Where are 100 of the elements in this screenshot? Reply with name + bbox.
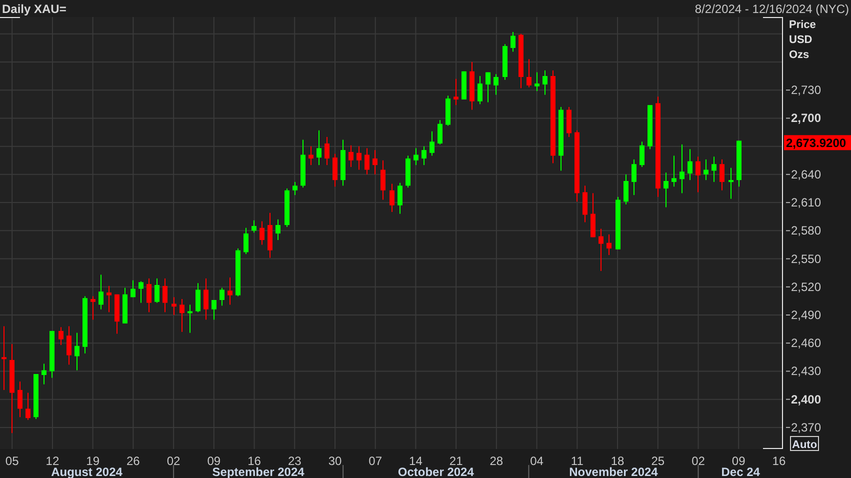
rising-candle (462, 71, 466, 100)
rising-candle (196, 283, 200, 312)
falling-candle (598, 228, 604, 271)
y-axis-label: 2,430 (791, 364, 822, 378)
falling-candle (146, 278, 152, 312)
y-axis-label: 2,400 (791, 392, 822, 406)
falling-candle (114, 294, 120, 334)
falling-candle (566, 106, 572, 137)
rising-candle (494, 74, 498, 95)
rising-candle (438, 120, 442, 144)
auto-button[interactable]: Auto (790, 436, 819, 451)
falling-candle (380, 160, 386, 200)
x-axis-label: 19 (86, 454, 100, 468)
x-axis-label: 12 (46, 454, 60, 468)
falling-candle (372, 150, 378, 174)
rising-candle (688, 149, 692, 180)
falling-candle (106, 286, 112, 312)
x-axis-label: 21 (449, 454, 463, 468)
x-axis-label: 18 (610, 454, 624, 468)
rising-candle (680, 144, 684, 194)
x-axis-label: 14 (409, 454, 422, 468)
rising-candle (34, 374, 38, 420)
falling-candle (58, 327, 64, 345)
x-axis-label: 16 (772, 454, 786, 468)
axis-unit-label: Ozs (789, 49, 810, 61)
falling-candle (90, 296, 96, 320)
x-axis-label: 02 (692, 454, 705, 468)
rising-candle (212, 300, 216, 320)
x-axis-label: 07 (368, 454, 382, 468)
axis-unit-label: Price (789, 19, 816, 31)
y-axis-label: 2,460 (791, 336, 822, 350)
falling-candle (26, 392, 30, 420)
falling-candle (574, 130, 580, 202)
falling-candle (162, 278, 168, 312)
month-label: Dec 24 (721, 465, 760, 478)
rising-candle (244, 228, 248, 254)
x-axis-label: 25 (651, 454, 665, 468)
rising-candle (534, 72, 540, 92)
rising-candle (236, 248, 240, 296)
y-axis-label: 2,610 (791, 196, 822, 210)
rising-candle (616, 196, 620, 250)
rising-candle (74, 332, 80, 370)
falling-candle (526, 59, 532, 88)
date-range: 8/2/2024 - 12/16/2024 (NYC) (694, 2, 849, 16)
rising-candle (664, 172, 668, 208)
rising-candle (640, 142, 644, 167)
rising-candle (624, 174, 628, 204)
falling-candle (518, 34, 524, 88)
rising-candle (430, 131, 434, 156)
rising-candle (50, 330, 54, 378)
rising-candle (558, 106, 564, 171)
y-axis-label: 2,520 (791, 280, 822, 294)
x-axis-label: 30 (328, 454, 342, 468)
falling-candle (470, 62, 474, 110)
y-axis-label: 2,640 (791, 167, 822, 182)
rising-candle (414, 148, 418, 166)
x-axis-label: 28 (490, 454, 504, 468)
falling-candle (356, 146, 362, 170)
falling-candle (308, 146, 314, 166)
x-axis-label: 26 (126, 454, 140, 468)
axis-unit-label: USD (789, 34, 812, 46)
y-axis-label: 2,580 (791, 224, 822, 238)
rising-candle (300, 140, 306, 188)
y-axis-label: 2,700 (791, 111, 822, 126)
last-price-tag: 2,673.9200 (784, 135, 851, 150)
y-axis-label: 2,550 (791, 252, 822, 266)
rising-candle (648, 105, 652, 150)
rising-candle (398, 182, 402, 214)
rising-candle (220, 288, 224, 306)
rising-candle (510, 32, 516, 52)
y-axis-label: 2,370 (791, 420, 822, 434)
x-axis-label: 11 (570, 454, 584, 468)
rising-candle (736, 140, 742, 187)
rising-candle (122, 288, 128, 324)
y-axis-label: 2,490 (791, 308, 822, 322)
falling-candle (268, 212, 272, 258)
rising-candle (446, 96, 450, 126)
x-axis-label: 16 (248, 454, 261, 468)
rising-candle (422, 146, 426, 166)
rising-candle (154, 278, 160, 303)
rising-candle (138, 281, 144, 303)
falling-candle (348, 145, 354, 167)
x-axis-label: 09 (732, 454, 746, 468)
falling-candle (606, 234, 612, 256)
rising-candle (406, 156, 410, 188)
x-axis-label: 09 (207, 454, 221, 468)
y-axis-label: 2,730 (791, 83, 822, 98)
rising-candle (130, 280, 136, 298)
falling-candle (590, 193, 596, 238)
rising-candle (502, 44, 508, 80)
month-label: October 2024 (398, 465, 474, 478)
rising-candle (728, 168, 734, 199)
rising-candle (284, 188, 290, 227)
rising-candle (478, 76, 482, 104)
rising-candle (82, 296, 88, 354)
x-axis-label: 04 (530, 454, 544, 468)
rising-candle (486, 72, 490, 102)
x-axis-label: 23 (288, 454, 302, 468)
rising-candle (252, 220, 256, 233)
month-label: November 2024 (569, 465, 658, 478)
